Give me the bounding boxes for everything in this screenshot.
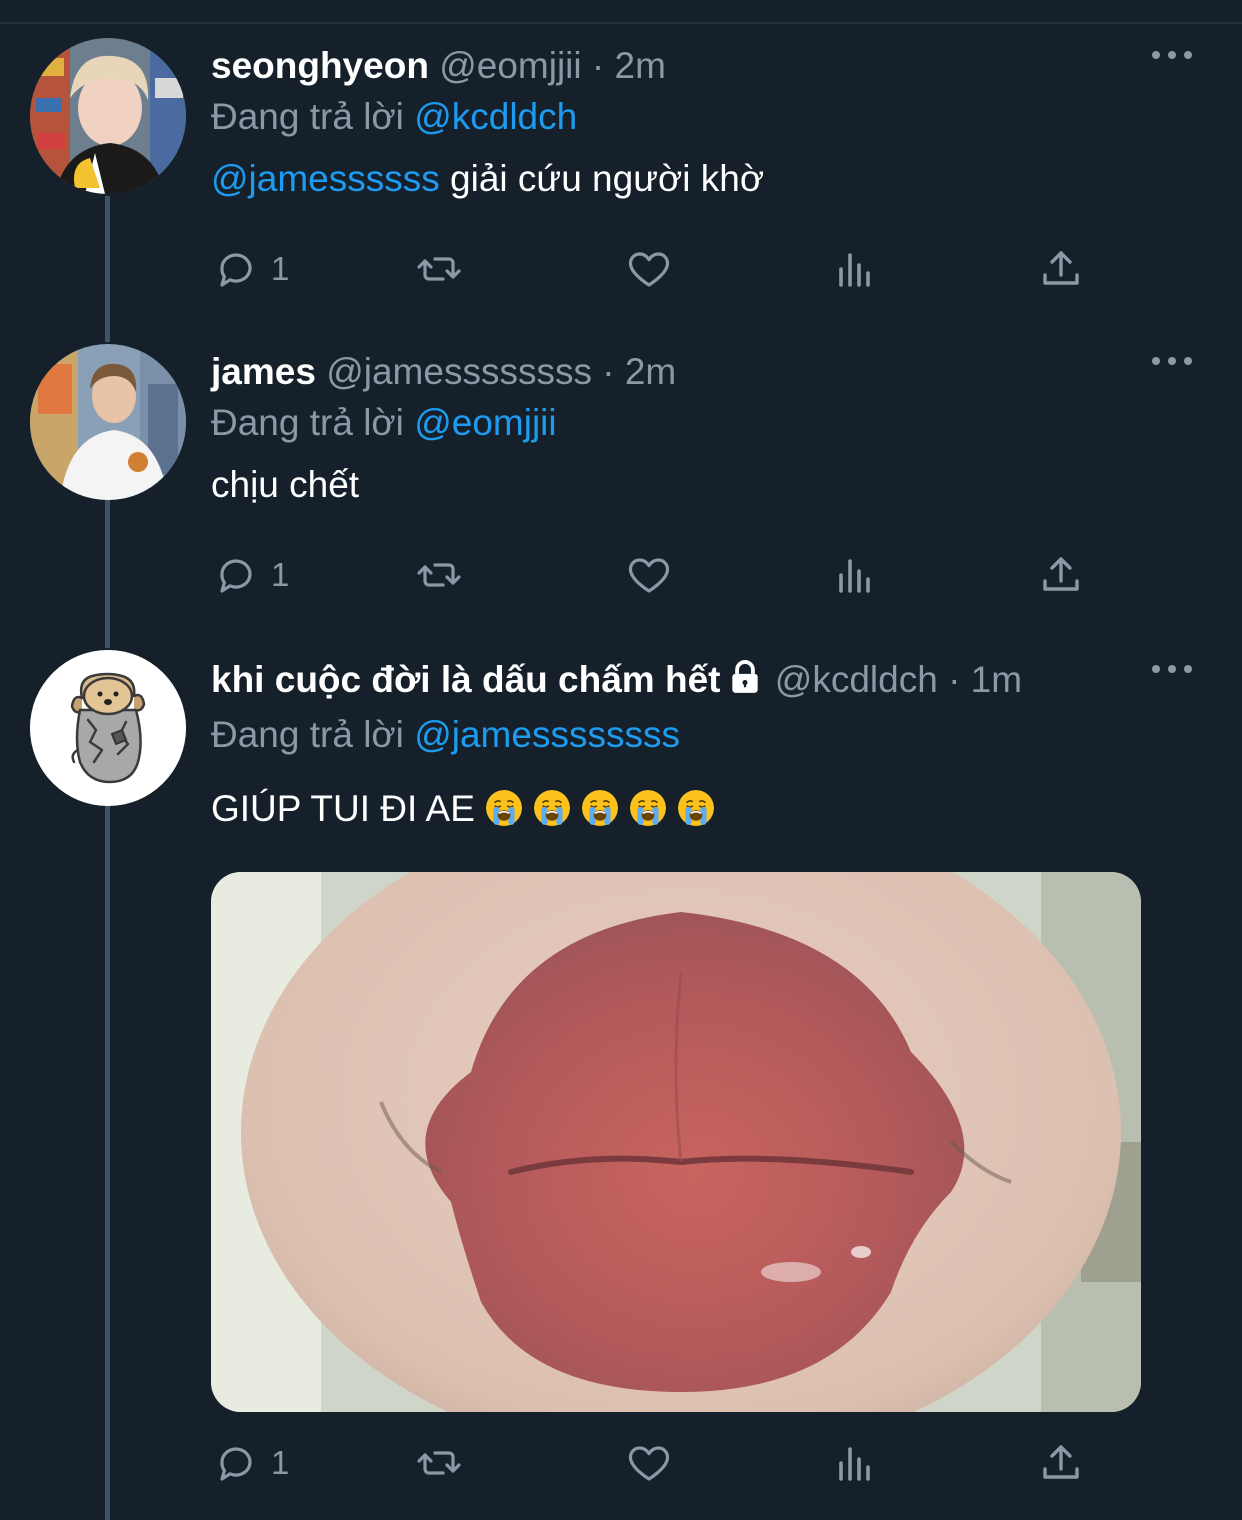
share-button[interactable] — [1037, 1438, 1085, 1488]
heart-icon — [628, 558, 670, 593]
avatar[interactable] — [30, 38, 186, 194]
separator-dot: · — [948, 659, 961, 700]
tweet-header: khi cuộc đời là dấu chấm hết @kcdldch · … — [211, 658, 1192, 706]
crying-face-emoji — [581, 790, 618, 826]
avatar[interactable] — [30, 344, 186, 500]
tweet-text: @jamessssss giải cứu người khờ — [211, 156, 1192, 202]
display-name[interactable]: james — [211, 351, 316, 392]
retweet-icon — [417, 257, 461, 281]
separator-dot: · — [591, 45, 605, 86]
emoji-group — [475, 788, 715, 829]
separator-dot: · — [602, 351, 615, 392]
replying-label: Đang trả lời — [211, 714, 404, 755]
more-options-icon[interactable] — [1152, 346, 1192, 376]
analytics-icon — [839, 1447, 870, 1481]
user-handle[interactable]: @eomjjii — [439, 45, 581, 86]
reply-count: 1 — [271, 556, 290, 593]
analytics-icon — [839, 253, 870, 287]
user-handle[interactable]: @kcdldch — [775, 659, 938, 700]
lock-icon — [726, 658, 764, 706]
share-button[interactable] — [1037, 244, 1085, 294]
share-icon — [1043, 251, 1079, 285]
more-options-icon[interactable] — [1152, 654, 1192, 684]
tweet-actions: 1 — [211, 1438, 1091, 1488]
replying-label: Đang trả lời — [211, 96, 404, 137]
display-name[interactable]: seonghyeon — [211, 45, 429, 86]
replying-to-link[interactable]: @kcdldch — [414, 96, 577, 137]
thread-line — [105, 500, 110, 648]
display-name[interactable]: khi cuộc đời là dấu chấm hết — [211, 659, 720, 700]
retweet-icon — [417, 563, 461, 587]
reply-button[interactable]: 1 — [213, 244, 289, 294]
tweet-header: seonghyeon @eomjjii · 2m — [211, 44, 1192, 88]
analytics-button[interactable] — [831, 550, 879, 600]
more-options-icon[interactable] — [1152, 40, 1192, 70]
replying-to-link[interactable]: @jamessssssss — [414, 714, 680, 755]
tweet-body: GIÚP TUI ĐI AE — [211, 788, 475, 829]
timestamp[interactable]: 2m — [625, 351, 676, 392]
thread-line — [105, 196, 110, 342]
share-button[interactable] — [1037, 550, 1085, 600]
tweet-body: giải cứu người khờ — [439, 158, 765, 199]
analytics-button[interactable] — [831, 244, 879, 294]
reply-icon — [220, 253, 252, 287]
tweet-actions: 1 — [211, 550, 1091, 600]
replying-to: Đang trả lời @eomjjii — [211, 398, 1192, 448]
avatar[interactable] — [30, 650, 186, 806]
replying-to-link[interactable]: @eomjjii — [414, 402, 556, 443]
reply-count: 1 — [271, 1444, 290, 1481]
reply-count: 1 — [271, 250, 290, 287]
crying-face-emoji — [533, 790, 570, 826]
replying-to: Đang trả lời @kcdldch — [211, 92, 1192, 142]
timestamp[interactable]: 2m — [615, 45, 666, 86]
analytics-icon — [839, 559, 870, 593]
tweet-image-lips-closeup[interactable] — [211, 872, 1141, 1412]
analytics-button[interactable] — [831, 1438, 879, 1488]
tweet-header: james @jamessssssss · 2m — [211, 350, 1192, 394]
reply-button[interactable]: 1 — [213, 1438, 289, 1488]
replying-label: Đang trả lời — [211, 402, 404, 443]
like-button[interactable] — [625, 550, 673, 600]
retweet-button[interactable] — [415, 244, 463, 294]
tweet-text: GIÚP TUI ĐI AE — [211, 786, 1192, 832]
reply-icon — [220, 559, 252, 593]
like-button[interactable] — [625, 1438, 673, 1488]
retweet-button[interactable] — [415, 550, 463, 600]
user-handle[interactable]: @jamessssssss — [326, 351, 592, 392]
crying-face-emoji — [485, 790, 522, 826]
tweet-text: chịu chết — [211, 464, 360, 505]
crying-face-emoji — [629, 790, 666, 826]
retweet-icon — [417, 1451, 461, 1475]
reply-button[interactable]: 1 — [213, 550, 289, 600]
mention-link[interactable]: @jamessssss — [211, 158, 440, 199]
share-icon — [1043, 1445, 1079, 1479]
retweet-button[interactable] — [415, 1438, 463, 1488]
top-divider — [0, 0, 1242, 24]
tweet-actions: 1 — [211, 244, 1091, 294]
crying-face-emoji — [677, 790, 714, 826]
like-button[interactable] — [625, 244, 673, 294]
timestamp[interactable]: 1m — [971, 659, 1022, 700]
heart-icon — [628, 1446, 670, 1481]
thread-line — [105, 806, 110, 1520]
replying-to: Đang trả lời @jamessssssss — [211, 710, 1192, 760]
reply-icon — [220, 1447, 252, 1481]
share-icon — [1043, 557, 1079, 591]
heart-icon — [628, 252, 670, 287]
